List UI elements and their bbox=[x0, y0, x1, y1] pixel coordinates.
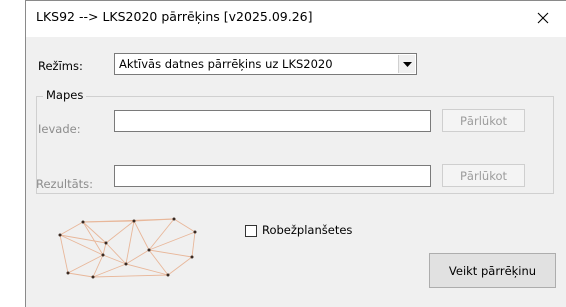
result-path-field[interactable] bbox=[114, 165, 431, 187]
mode-dropdown[interactable]: Aktīvās datnes pārrēķins uz LKS2020 bbox=[114, 53, 417, 75]
close-icon bbox=[537, 12, 549, 27]
mode-label: Režīms: bbox=[38, 59, 83, 73]
border-sheets-checkbox[interactable] bbox=[245, 225, 257, 237]
border-sheets-label[interactable]: Robežplanšetes bbox=[262, 223, 352, 237]
input-browse-button[interactable]: Pārlūkot bbox=[442, 109, 525, 132]
close-button[interactable] bbox=[520, 1, 566, 37]
dropdown-arrow-icon bbox=[402, 57, 412, 71]
mode-selected-value: Aktīvās datnes pārrēķins uz LKS2020 bbox=[119, 57, 333, 71]
title-bar: LKS92 --> LKS2020 pārrēķins [v2025.09.26… bbox=[26, 1, 566, 37]
result-browse-label: Pārlūkot bbox=[460, 168, 507, 183]
dropdown-arrow-button[interactable] bbox=[398, 55, 415, 73]
input-browse-label: Pārlūkot bbox=[460, 113, 507, 128]
input-label: Ievade: bbox=[38, 122, 81, 136]
result-label: Rezultāts: bbox=[36, 177, 94, 191]
execute-button[interactable]: Veikt pārrēķinu bbox=[429, 253, 556, 288]
result-browse-button[interactable]: Pārlūkot bbox=[442, 164, 525, 187]
window-title: LKS92 --> LKS2020 pārrēķins [v2025.09.26… bbox=[36, 9, 313, 24]
folders-group-title: Mapes bbox=[43, 88, 87, 102]
dialog-window: LKS92 --> LKS2020 pārrēķins [v2025.09.26… bbox=[25, 0, 566, 307]
triangulation-network-logo bbox=[48, 209, 198, 284]
input-path-field[interactable] bbox=[114, 110, 431, 132]
execute-button-label: Veikt pārrēķinu bbox=[448, 263, 537, 278]
